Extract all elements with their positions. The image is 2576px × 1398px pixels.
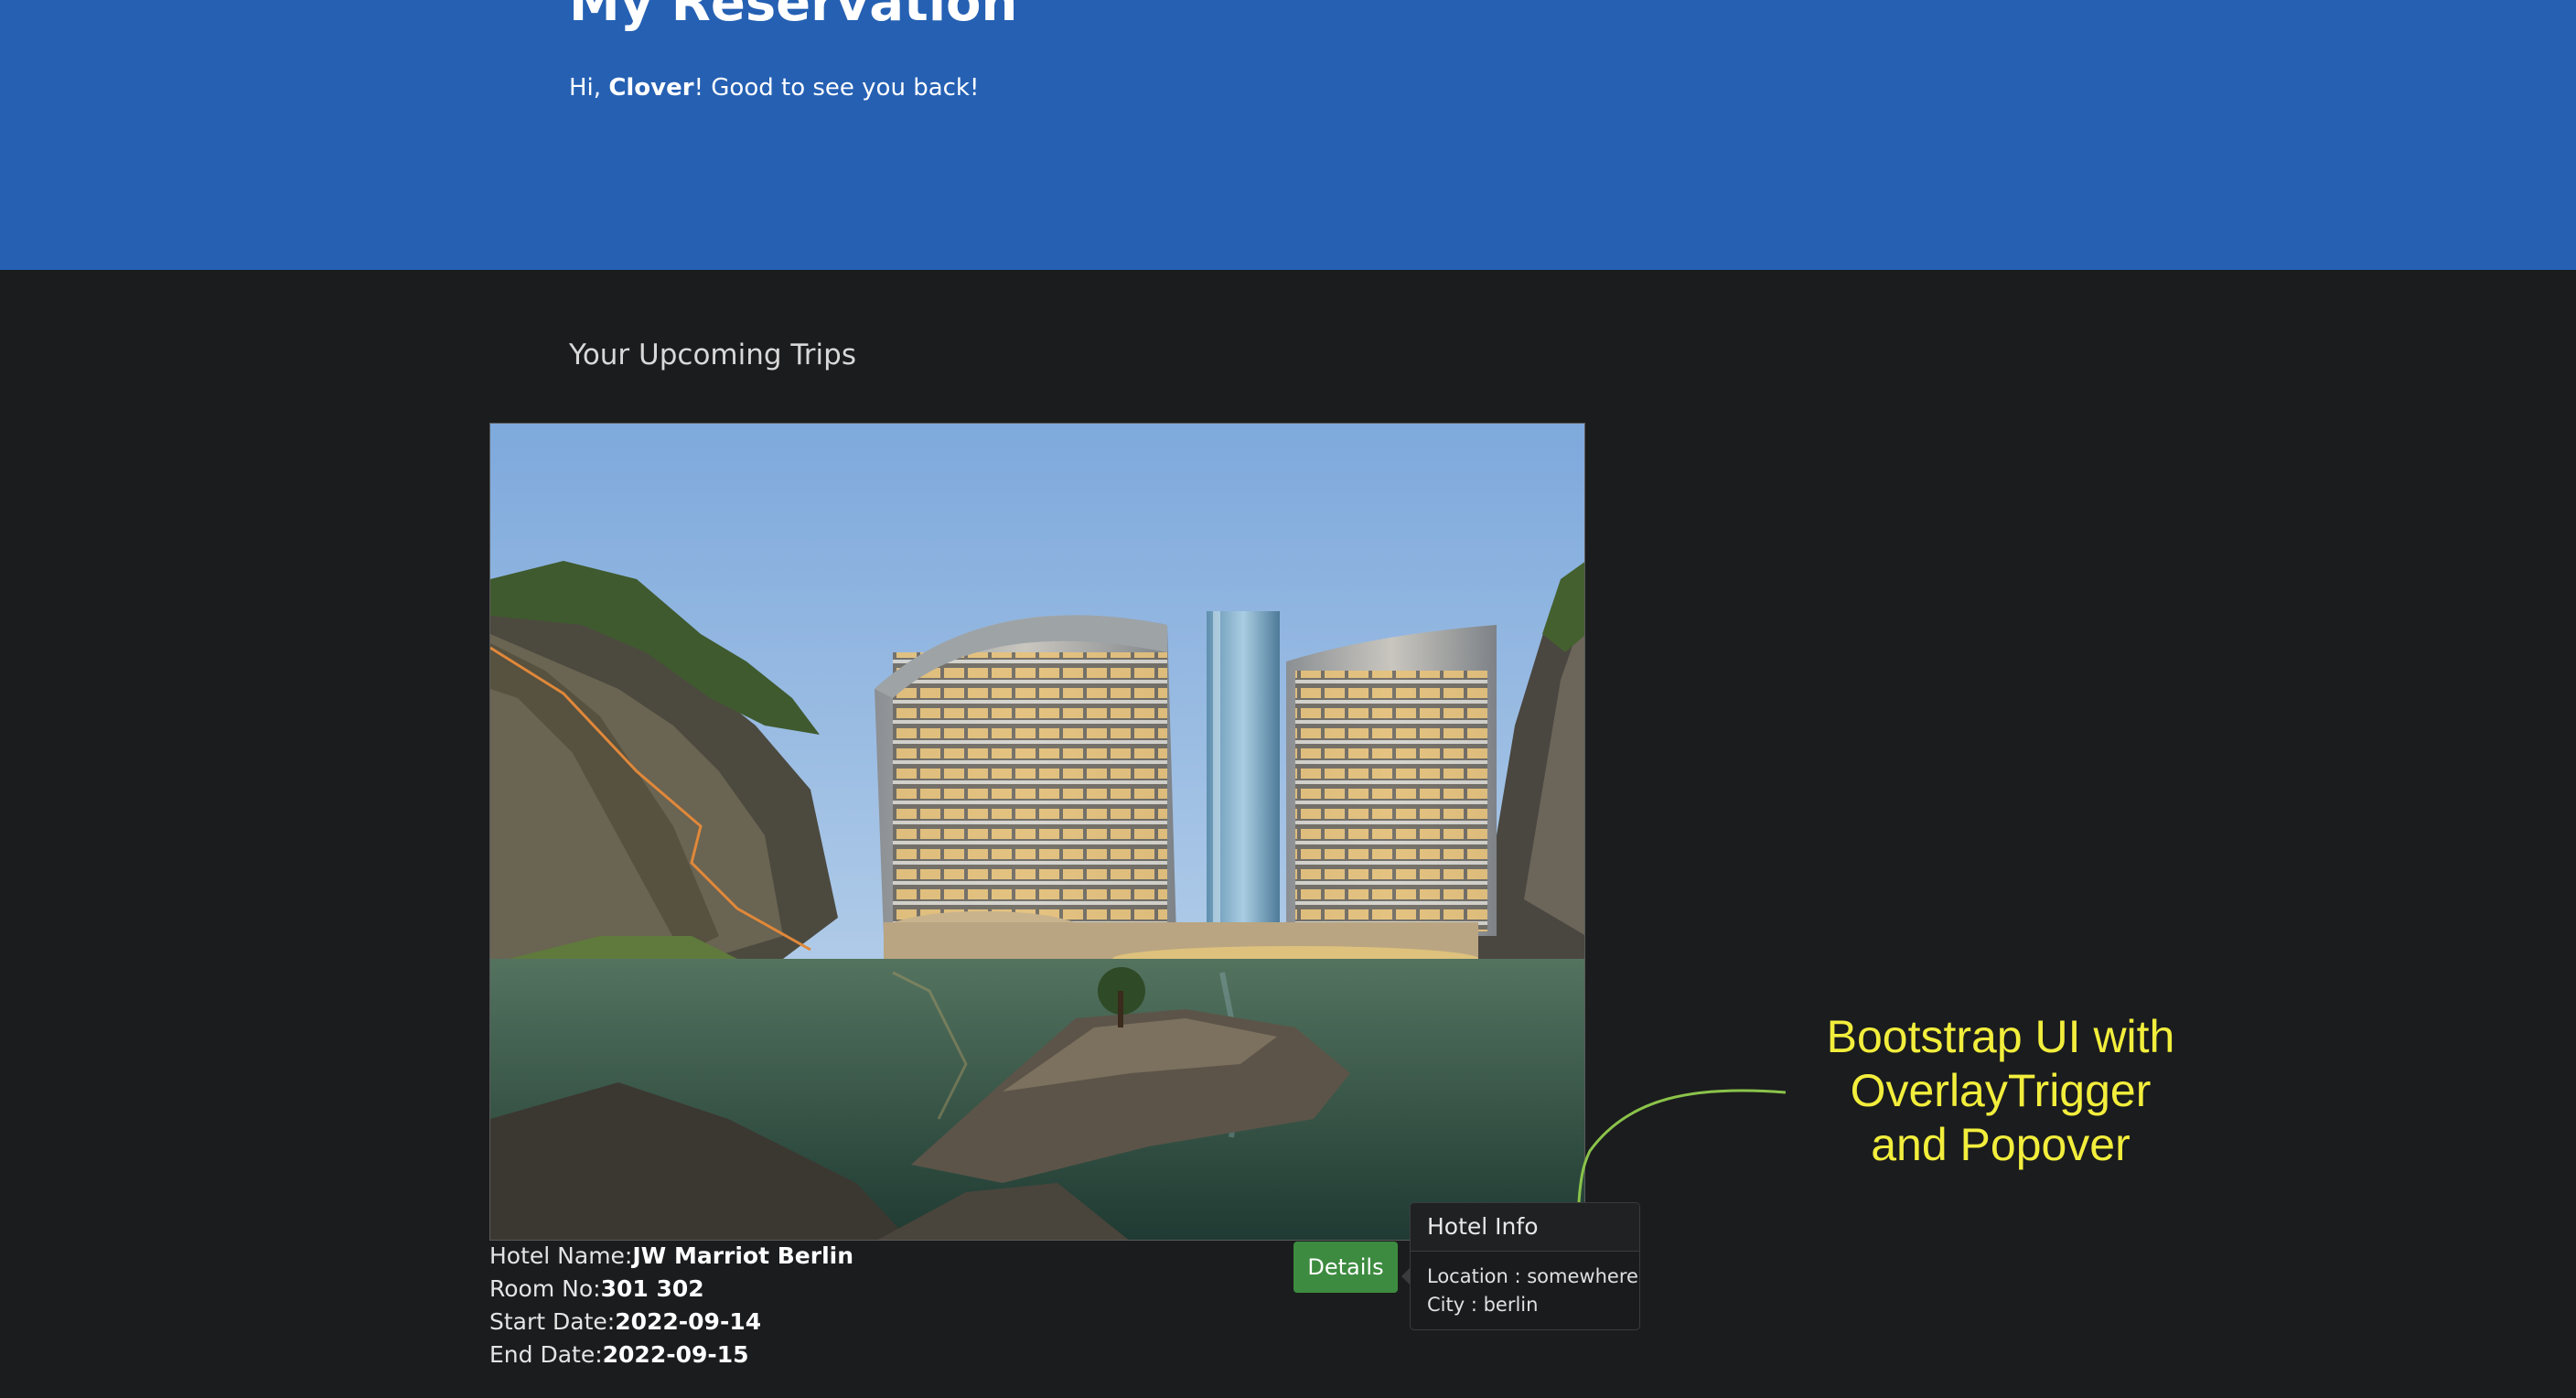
hotel-name-value: JW Marriot Berlin bbox=[632, 1242, 854, 1269]
popover-location: Location : somewhere bbox=[1427, 1265, 1638, 1287]
details-button[interactable]: Details bbox=[1293, 1242, 1398, 1293]
greeting-prefix: Hi, bbox=[569, 74, 609, 102]
room-row: Room No:301 302 bbox=[489, 1273, 853, 1306]
trip-details: Hotel Name:JW Marriot Berlin Room No:301… bbox=[489, 1240, 853, 1371]
hotel-info-popover: Hotel Info Location : somewhere City : b… bbox=[1401, 1202, 1640, 1330]
popover-title: Hotel Info bbox=[1411, 1203, 1639, 1252]
annotation-curve bbox=[1577, 1089, 1787, 1203]
annotation-caption: Bootstrap UI with OverlayTrigger and Pop… bbox=[1766, 1010, 2236, 1172]
room-value: 301 302 bbox=[600, 1275, 704, 1302]
room-label: Room No: bbox=[489, 1275, 601, 1302]
annotation-line-2: OverlayTrigger bbox=[1850, 1065, 2152, 1116]
hotel-photo bbox=[489, 423, 1585, 1241]
hotel-name-row: Hotel Name:JW Marriot Berlin bbox=[489, 1240, 853, 1273]
popover-city: City : berlin bbox=[1427, 1294, 1539, 1316]
hotel-name-label: Hotel Name: bbox=[489, 1242, 633, 1269]
annotation-line-1: Bootstrap UI with bbox=[1826, 1011, 2175, 1062]
popover-arrow bbox=[1401, 1267, 1411, 1285]
annotation-line-3: and Popover bbox=[1871, 1119, 2131, 1170]
hero-banner: My Reservation Hi, Clover! Good to see y… bbox=[0, 0, 2576, 270]
start-date-row: Start Date:2022-09-14 bbox=[489, 1306, 853, 1339]
start-date-value: 2022-09-14 bbox=[615, 1308, 762, 1335]
popover-body: Location : somewhere City : berlin bbox=[1411, 1252, 1639, 1330]
upcoming-trips-heading: Your Upcoming Trips bbox=[569, 339, 856, 371]
end-date-row: End Date:2022-09-15 bbox=[489, 1339, 853, 1371]
start-date-label: Start Date: bbox=[489, 1308, 616, 1335]
end-date-value: 2022-09-15 bbox=[602, 1341, 749, 1368]
page-title: My Reservation bbox=[569, 0, 1018, 33]
greeting: Hi, Clover! Good to see you back! bbox=[569, 73, 979, 102]
end-date-label: End Date: bbox=[489, 1341, 603, 1368]
user-name: Clover bbox=[608, 74, 694, 102]
greeting-suffix: ! Good to see you back! bbox=[693, 74, 980, 102]
